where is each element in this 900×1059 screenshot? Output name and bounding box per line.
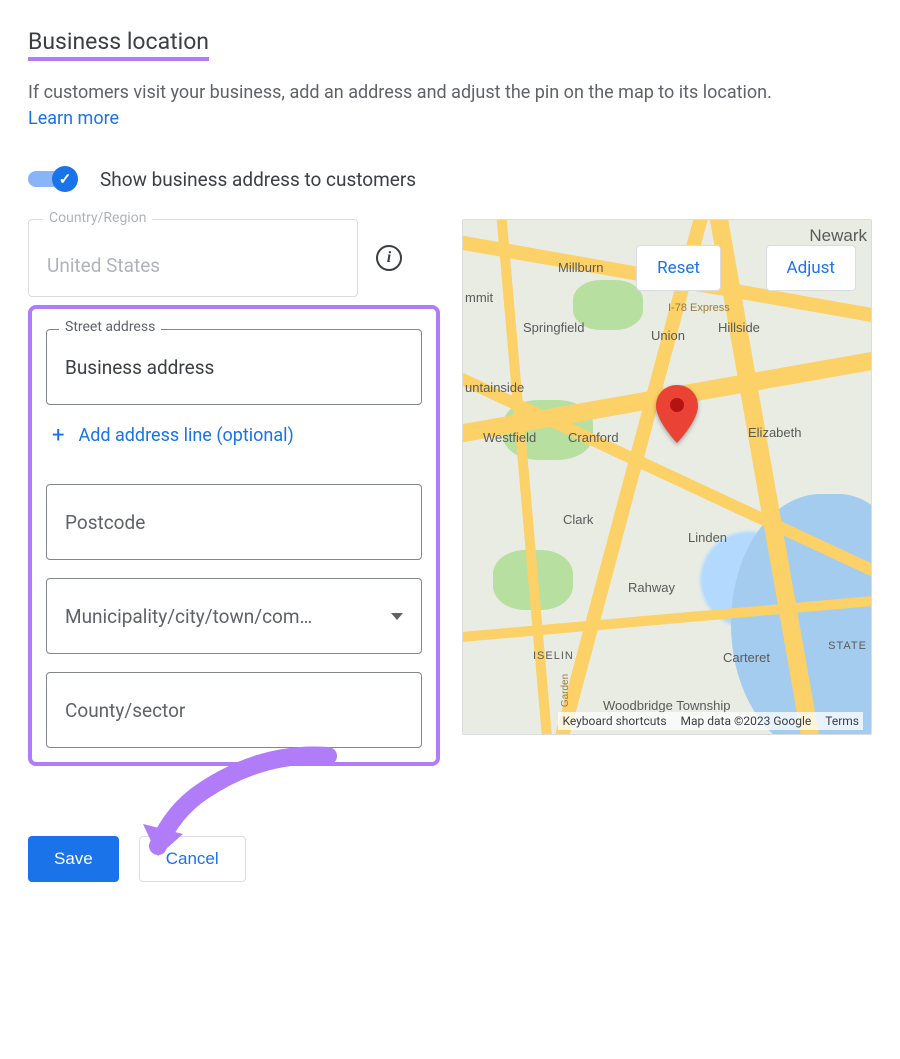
municipality-select[interactable]: Municipality/city/town/com… [46, 578, 422, 654]
map-attribution: Keyboard shortcuts Map data ©2023 Google… [558, 712, 863, 730]
map-label-summit: mmit [465, 290, 493, 305]
country-value: United States [47, 254, 160, 277]
country-field: Country/Region United States [28, 219, 358, 297]
county-placeholder: County/sector [65, 699, 185, 722]
map-panel[interactable]: Newark Millburn mmit Springfield Union H… [462, 219, 872, 735]
cancel-button[interactable]: Cancel [139, 836, 246, 882]
map-label-mountainside: untainside [465, 380, 524, 395]
show-address-toggle[interactable]: ✓ [28, 167, 78, 191]
action-row: Save Cancel [28, 836, 872, 882]
map-pin-icon[interactable] [655, 385, 699, 445]
municipality-placeholder: Municipality/city/town/com… [65, 605, 312, 628]
map-label-millburn: Millburn [558, 260, 604, 275]
map-label-carteret: Carteret [723, 650, 770, 665]
map-label-rahway: Rahway [628, 580, 675, 595]
map-label-woodbridge: Woodbridge Township [603, 698, 730, 713]
add-address-line-label: Add address line (optional) [78, 425, 293, 446]
map-label-union: Union [651, 328, 685, 343]
postcode-input[interactable]: Postcode [46, 484, 422, 560]
map-label-westfield: Westfield [483, 430, 536, 445]
info-icon[interactable]: i [376, 245, 402, 271]
map-label-elizabeth: Elizabeth [748, 425, 801, 440]
map-terms-link[interactable]: Terms [825, 714, 859, 728]
map-label-hillside: Hillside [718, 320, 760, 335]
map-adjust-button[interactable]: Adjust [766, 245, 856, 291]
checkmark-icon: ✓ [59, 170, 72, 188]
plus-icon: + [52, 423, 64, 448]
section-description: If customers visit your business, add an… [28, 79, 872, 106]
map-label-iselin: ISELIN [533, 650, 574, 662]
map-label-springfield: Springfield [523, 320, 584, 335]
map-label-newark: Newark [809, 226, 867, 246]
street-address-input[interactable]: Street address Business address [46, 329, 422, 405]
map-reset-button[interactable]: Reset [636, 245, 721, 291]
learn-more-link[interactable]: Learn more [28, 108, 119, 129]
map-label-i78express: I-78 Express [668, 302, 730, 314]
map-label-garden: Garden [560, 674, 571, 707]
map-data-label: Map data ©2023 Google [681, 714, 812, 728]
chevron-down-icon [391, 613, 403, 620]
toggle-label: Show business address to customers [100, 168, 416, 191]
section-title: Business location [28, 28, 209, 61]
map-label-linden: Linden [688, 530, 727, 545]
street-address-label: Street address [59, 319, 161, 335]
address-fields-group: Street address Business address + Add ad… [28, 305, 440, 766]
country-label: Country/Region [43, 210, 152, 226]
county-input[interactable]: County/sector [46, 672, 422, 748]
add-address-line-button[interactable]: + Add address line (optional) [52, 423, 422, 448]
toggle-thumb: ✓ [52, 166, 78, 192]
map-label-state: STATE [828, 640, 867, 652]
map-label-clark: Clark [563, 512, 593, 527]
postcode-placeholder: Postcode [65, 511, 145, 534]
street-address-value: Business address [65, 356, 214, 379]
map-shortcuts-link[interactable]: Keyboard shortcuts [562, 714, 666, 728]
save-button[interactable]: Save [28, 836, 119, 882]
map-background [463, 220, 871, 734]
map-label-cranford: Cranford [568, 430, 619, 445]
